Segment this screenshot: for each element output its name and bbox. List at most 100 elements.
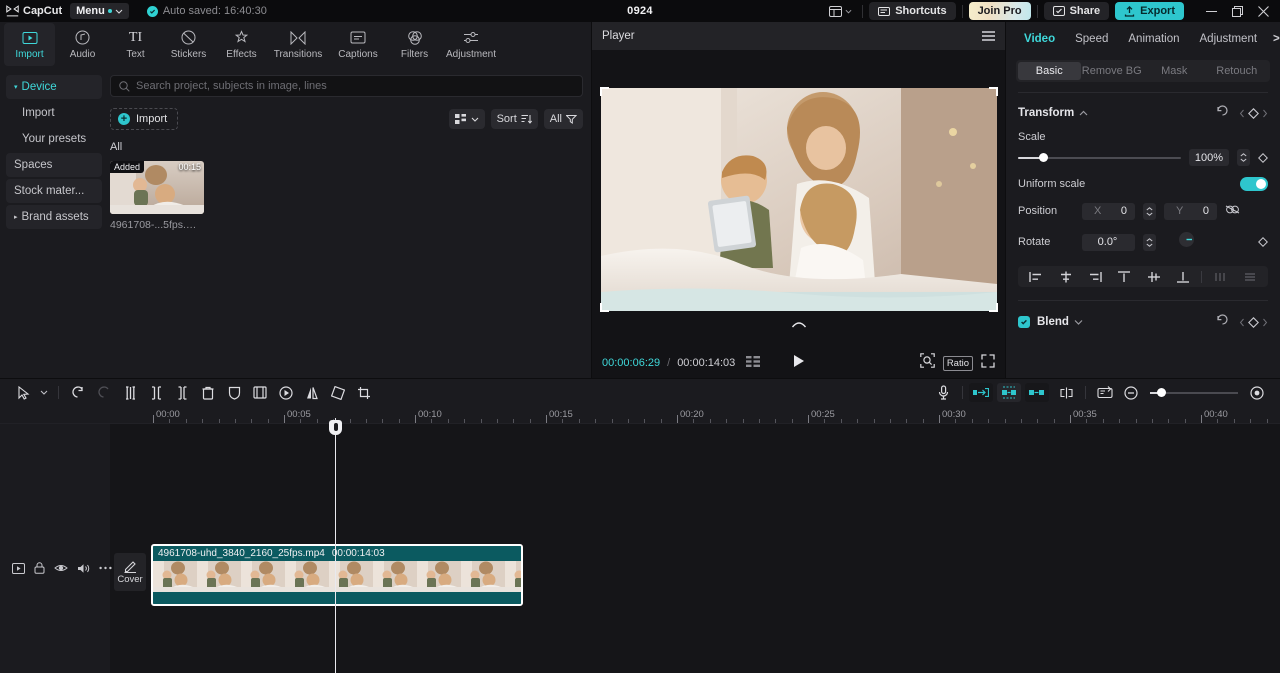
tab-animation[interactable]: Animation — [1118, 22, 1189, 55]
cover-button[interactable]: Cover — [114, 553, 146, 591]
filter-button[interactable]: All — [544, 109, 583, 129]
media-thumbnail[interactable]: Added 00:15 — [110, 161, 204, 214]
speed-icon[interactable] — [273, 382, 299, 404]
uniform-scale-toggle[interactable] — [1240, 177, 1268, 191]
align-right-icon[interactable] — [1081, 267, 1109, 286]
timeline-clip[interactable]: 4961708-uhd_3840_2160_25fps.mp4 00:00:14… — [151, 544, 523, 606]
tab-speed[interactable]: Speed — [1065, 22, 1118, 55]
video-track-icon[interactable] — [12, 563, 25, 574]
position-y-input[interactable]: Y 0 — [1164, 203, 1217, 220]
join-pro-button[interactable]: Join Pro — [969, 2, 1031, 20]
menu-button[interactable]: Menu — [70, 3, 129, 19]
maximize-button[interactable] — [1224, 1, 1250, 21]
align-left-icon[interactable] — [1022, 267, 1050, 286]
rotate-stepper[interactable] — [1143, 234, 1156, 251]
position-x-input[interactable]: X 0 — [1082, 203, 1135, 220]
tab-filters[interactable]: Filters — [389, 23, 440, 66]
scale-value[interactable]: 100% — [1189, 149, 1229, 166]
rotate-input[interactable]: 0.0° — [1082, 234, 1135, 251]
scale-stepper[interactable] — [1237, 149, 1250, 166]
keyframe-diamond-icon[interactable] — [1239, 108, 1268, 119]
clip-in-icon[interactable] — [969, 383, 993, 402]
resize-handle-top-right[interactable] — [989, 87, 998, 96]
tab-import[interactable]: Import — [4, 23, 55, 66]
tab-effects[interactable]: Effects — [216, 23, 267, 66]
blend-keyframe-icon[interactable] — [1239, 317, 1268, 328]
playhead-ruler-marker[interactable] — [335, 418, 336, 436]
resize-handle-top-left[interactable] — [600, 87, 609, 96]
more-options-icon[interactable] — [99, 566, 112, 570]
share-button[interactable]: Share — [1044, 2, 1110, 20]
select-arrow-icon[interactable] — [10, 382, 36, 404]
undo-icon[interactable] — [65, 382, 91, 404]
align-top-icon[interactable] — [1110, 267, 1138, 286]
rotate-icon[interactable] — [325, 382, 351, 404]
crop-frame-icon[interactable] — [247, 382, 273, 404]
frame-list-icon[interactable] — [746, 354, 760, 372]
view-mode-button[interactable] — [449, 109, 485, 129]
zoom-out-icon[interactable] — [1118, 382, 1144, 404]
hamburger-menu-icon[interactable] — [982, 31, 995, 41]
subtab-remove-bg[interactable]: Remove BG — [1081, 62, 1144, 80]
sidebar-item-brand-assets[interactable]: ▸ Brand assets — [6, 205, 102, 229]
tab-captions[interactable]: Captions — [329, 23, 387, 66]
visibility-eye-icon[interactable] — [54, 563, 68, 573]
sidebar-item-spaces[interactable]: Spaces — [6, 153, 102, 177]
transform-title-wrap[interactable]: Transform — [1018, 107, 1088, 119]
tab-transitions[interactable]: Transitions — [269, 23, 327, 66]
shield-mask-icon[interactable] — [221, 382, 247, 404]
tab-text[interactable]: TI Text — [110, 23, 161, 66]
trim-right-icon[interactable] — [169, 382, 195, 404]
resize-handle-bottom-left[interactable] — [600, 303, 609, 312]
import-media-button[interactable]: + Import — [110, 108, 178, 130]
tab-adjustment[interactable]: Adjustment — [442, 23, 500, 66]
tab-stickers[interactable]: Stickers — [163, 23, 214, 66]
minimize-button[interactable] — [1198, 1, 1224, 21]
media-card[interactable]: Added 00:15 4961708-...5fps.mp4 — [110, 161, 204, 231]
sidebar-item-your-presets[interactable]: Your presets — [6, 127, 102, 151]
lock-icon[interactable] — [34, 562, 45, 574]
ratio-button[interactable]: Ratio — [943, 356, 973, 371]
scale-keyframe-icon[interactable] — [1258, 153, 1268, 163]
tab-adjustment[interactable]: Adjustment — [1190, 22, 1268, 55]
playhead-knob[interactable] — [329, 420, 342, 435]
shortcuts-button[interactable]: Shortcuts — [869, 2, 955, 20]
blend-checkbox[interactable] — [1018, 316, 1030, 328]
clip-out-icon[interactable] — [1025, 383, 1049, 402]
search-bar[interactable]: Search project, subjects in image, lines — [110, 75, 583, 97]
align-middle-vertical-icon[interactable] — [1140, 267, 1168, 286]
mirror-position-icon[interactable] — [1225, 202, 1240, 220]
timeline-tracks[interactable]: Cover 4961708-uhd_3840_2160_25fps.mp4 00… — [0, 424, 1280, 673]
zoom-fit-icon[interactable] — [1244, 382, 1270, 404]
speaker-icon[interactable] — [77, 563, 90, 574]
magnifier-frame-icon[interactable] — [920, 353, 935, 373]
sidebar-item-import[interactable]: Import — [6, 101, 102, 125]
split-clip-icon[interactable] — [1053, 382, 1079, 404]
align-bottom-icon[interactable] — [1169, 267, 1197, 286]
subtab-basic[interactable]: Basic — [1018, 62, 1081, 80]
split-icon[interactable] — [117, 382, 143, 404]
fullscreen-icon[interactable] — [981, 354, 995, 373]
rotate-keyframe-icon[interactable] — [1258, 237, 1268, 247]
trim-left-icon[interactable] — [143, 382, 169, 404]
timeline-zoom-slider[interactable] — [1150, 386, 1238, 400]
clip-auto-icon[interactable] — [997, 383, 1021, 402]
rotate-handle-icon[interactable] — [791, 315, 806, 333]
position-x-stepper[interactable] — [1143, 203, 1156, 220]
sidebar-item-stock-materials[interactable]: Stock mater... — [6, 179, 102, 203]
keyframe-panel-icon[interactable] — [1092, 382, 1118, 404]
export-button[interactable]: Export — [1115, 2, 1184, 20]
slider-knob[interactable] — [1157, 388, 1166, 397]
blend-title-wrap[interactable]: Blend — [1037, 316, 1083, 328]
align-center-horizontal-icon[interactable] — [1051, 267, 1079, 286]
video-frame[interactable] — [601, 88, 997, 311]
playhead[interactable] — [335, 424, 336, 673]
reset-icon[interactable] — [1216, 104, 1229, 122]
play-icon[interactable] — [793, 354, 805, 373]
sort-button[interactable]: Sort — [491, 109, 538, 129]
tab-video[interactable]: Video — [1014, 22, 1065, 55]
sidebar-item-device[interactable]: ▾ Device — [6, 75, 102, 99]
resize-handle-bottom-right[interactable] — [989, 303, 998, 312]
microphone-icon[interactable] — [930, 382, 956, 404]
subtab-retouch[interactable]: Retouch — [1206, 62, 1269, 80]
